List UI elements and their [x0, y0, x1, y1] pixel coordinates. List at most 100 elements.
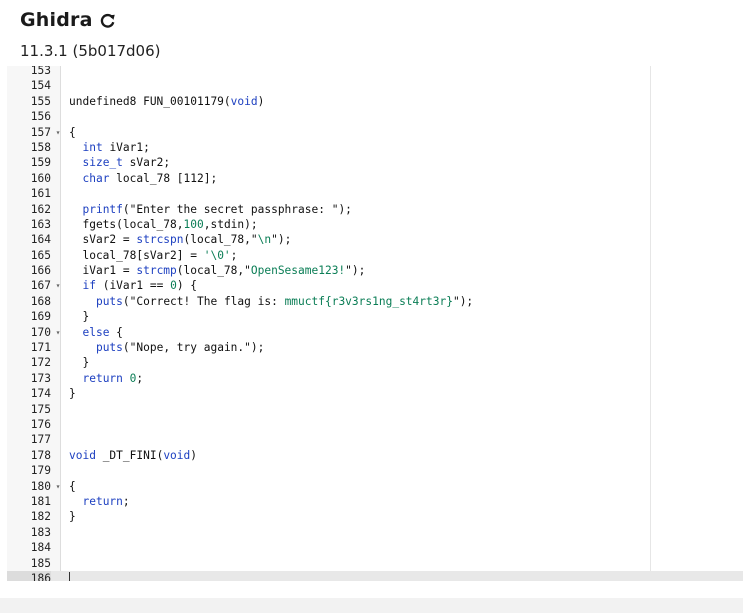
fold-toggle-icon[interactable]: ▾ [54, 125, 62, 140]
code-token: (iVar1 == [95, 279, 171, 293]
line-number: 153 [30, 66, 51, 77]
keyword-token: return [82, 494, 123, 508]
version-label: 11.3.1 (5b017d06) [20, 42, 161, 60]
code-token: (local_78," [176, 264, 251, 278]
code-line[interactable]: 183 [7, 525, 743, 540]
line-number: 161 [30, 187, 51, 201]
code-line[interactable]: 185 [7, 556, 743, 571]
code-token: ; [136, 371, 144, 385]
code-line[interactable]: 161 [7, 186, 743, 201]
code-text: iVar1 = strcmp(local_78,"OpenSesame123!"… [69, 263, 365, 278]
code-text: size_t sVar2; [69, 155, 170, 170]
code-line[interactable]: 181 return; [7, 494, 743, 509]
code-text: fgets(local_78,100,stdin); [69, 217, 258, 232]
code-token: } [69, 356, 90, 370]
keyword-token: if [82, 279, 96, 293]
code-token: } [69, 510, 76, 524]
code-line[interactable]: 156 [7, 109, 743, 124]
code-line[interactable]: 166 iVar1 = strcmp(local_78,"OpenSesame1… [7, 263, 743, 278]
code-token: ; [122, 494, 130, 508]
line-number: 178 [30, 448, 51, 462]
code-line[interactable]: 170 ▾ else { [7, 325, 743, 340]
line-number: 186 [7, 570, 51, 581]
code-token: iVar1; [102, 140, 150, 154]
code-line[interactable]: 174} [7, 386, 743, 401]
code-line[interactable]: 172 } [7, 355, 743, 370]
code-token: "); [271, 233, 292, 247]
keyword-token: size_t [82, 156, 123, 170]
refresh-icon[interactable] [99, 12, 116, 29]
code-line[interactable]: 186 [7, 570, 743, 581]
code-line[interactable]: 173 return 0; [7, 371, 743, 386]
code-token: { [69, 125, 76, 139]
code-editor[interactable]: 153 154 155 undefined8 FUN_00101179(void) 15… [7, 66, 743, 581]
code-line[interactable]: 175 [7, 402, 743, 417]
keyword-token: return [82, 371, 123, 385]
line-number: 154 [30, 79, 51, 93]
code-line[interactable]: 164 sVar2 = strcspn(local_78,"\n"); [7, 232, 743, 247]
code-token: "); [452, 294, 474, 308]
code-line[interactable]: 165 local_78[sVar2] = '\0'; [7, 248, 743, 263]
keyword-token: printf [82, 202, 123, 216]
code-text [69, 571, 70, 581]
code-token: iVar1 = [69, 264, 137, 278]
line-number: 171 [30, 341, 51, 355]
line-number: 157 [30, 125, 51, 139]
line-number: 175 [30, 402, 51, 416]
code-line[interactable]: 159 size_t sVar2; [7, 155, 743, 170]
code-line[interactable]: 180 ▾ { [7, 479, 743, 494]
line-number: 185 [30, 556, 51, 570]
code-line[interactable]: 157 ▾ { [7, 125, 743, 140]
code-token: ) { [176, 279, 198, 293]
fold-toggle-icon[interactable]: ▾ [54, 325, 62, 340]
line-number: 180 [30, 479, 51, 493]
line-number: 162 [30, 202, 51, 216]
code-line[interactable]: 182} [7, 509, 743, 524]
code-line[interactable]: 158 int iVar1; [7, 140, 743, 155]
code-line[interactable]: 160 char local_78 [112]; [7, 171, 743, 186]
code-line[interactable]: 155 undefined8 FUN_00101179(void) [7, 94, 743, 109]
code-token: ("Enter the secret passphrase: "); [122, 202, 352, 216]
code-line[interactable]: 163 fgets(local_78,100,stdin); [7, 217, 743, 232]
code-token: } [69, 310, 90, 324]
fold-toggle-icon[interactable]: ▾ [54, 278, 62, 293]
code-text: { [69, 125, 76, 140]
code-line[interactable]: 171 puts("Nope, try again."); [7, 340, 743, 355]
literal-token: mmuctf{r3v3rs1ng_st4rt3r} [284, 294, 453, 308]
code-text: void _DT_FINI(void) [69, 448, 197, 463]
keyword-token: puts [95, 294, 123, 308]
code-line[interactable]: 162 printf("Enter the secret passphrase:… [7, 202, 743, 217]
code-token: ,stdin); [203, 217, 258, 231]
keyword-token: else [82, 325, 110, 339]
code-line[interactable]: 154 [7, 78, 743, 93]
code-line[interactable]: 176 [7, 417, 743, 432]
code-line[interactable]: 153 [7, 66, 743, 78]
code-text: { [69, 479, 76, 494]
code-text: } [69, 509, 76, 524]
code-line[interactable]: 168 puts("Correct! The flag is: mmuctf{r… [7, 294, 743, 309]
code-line[interactable]: 184 [7, 540, 743, 555]
line-number: 159 [30, 156, 51, 170]
keyword-token: char [82, 171, 110, 185]
keyword-token: int [82, 140, 103, 154]
app-title: Ghidra [20, 9, 93, 31]
code-line[interactable]: 179 [7, 463, 743, 478]
code-line[interactable]: 177 [7, 432, 743, 447]
code-token: ; [230, 248, 238, 262]
code-line[interactable]: 167 ▾ if (iVar1 == 0) { [7, 278, 743, 293]
code-token: undefined8 FUN_00101179( [69, 94, 231, 108]
line-number: 167 [30, 279, 51, 293]
line-number: 184 [30, 541, 51, 555]
fold-toggle-icon[interactable]: ▾ [54, 479, 62, 494]
text-cursor [69, 571, 70, 581]
code-line[interactable]: 178 void _DT_FINI(void) [7, 448, 743, 463]
code-line[interactable]: 169 } [7, 309, 743, 324]
